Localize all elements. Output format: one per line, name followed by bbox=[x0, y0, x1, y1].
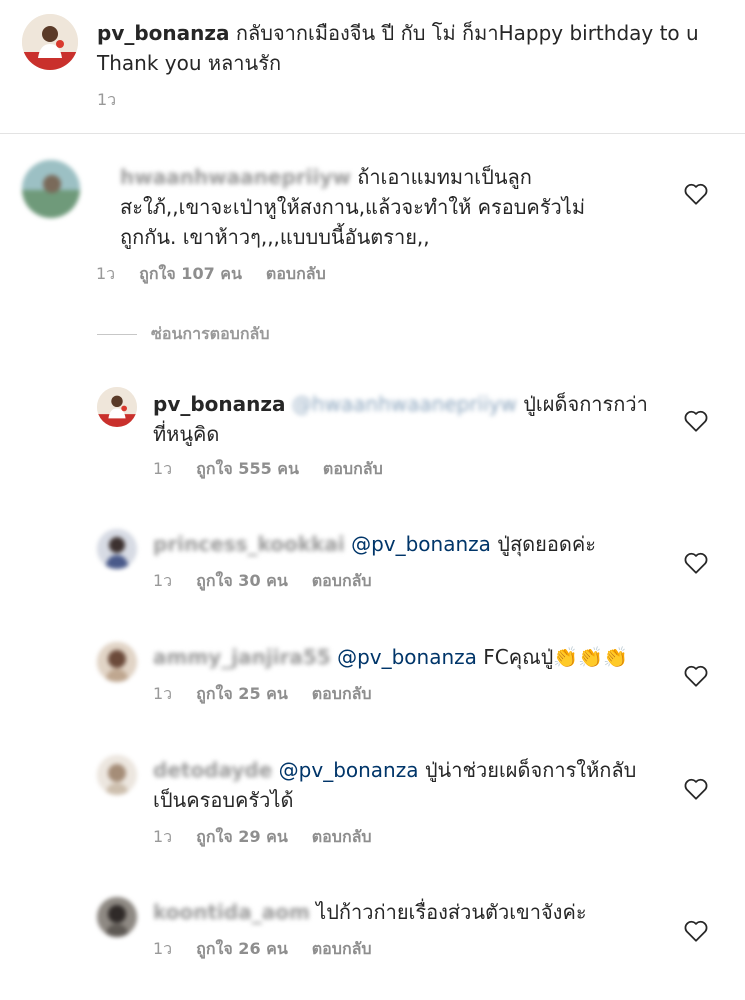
reply-body: koontida_aom ไปก้าวก่ายเรื่องส่วนตัวเขาจ… bbox=[153, 897, 653, 927]
heart-outline-icon[interactable] bbox=[683, 919, 709, 943]
reply-mention[interactable]: @pv_bonanza bbox=[337, 645, 477, 669]
hide-replies-line bbox=[97, 334, 137, 335]
reply-mention[interactable]: @pv_bonanza bbox=[279, 758, 419, 782]
reply-button[interactable]: ตอบกลับ bbox=[312, 825, 372, 850]
reply-button[interactable]: ตอบกลับ bbox=[312, 937, 372, 962]
heart-outline-icon[interactable] bbox=[683, 551, 709, 575]
reply-meta: 1ว ถูกใจ 30 คน ตอบกลับ bbox=[153, 569, 396, 594]
reply-time: 1ว bbox=[153, 684, 173, 703]
divider bbox=[0, 133, 745, 134]
reply-meta: 1ว ถูกใจ 25 คน ตอบกลับ bbox=[153, 682, 396, 707]
reply-meta: 1ว ถูกใจ 26 คน ตอบกลับ bbox=[153, 937, 396, 962]
avatar-image-icon bbox=[97, 897, 137, 937]
reply-likes[interactable]: ถูกใจ 30 คน bbox=[196, 569, 288, 594]
reply-username[interactable]: detodayde bbox=[153, 758, 272, 782]
reply-username[interactable]: princess_kookkai bbox=[153, 532, 345, 556]
reply-likes[interactable]: ถูกใจ 26 คน bbox=[196, 937, 288, 962]
reply-time: 1ว bbox=[153, 459, 173, 478]
avatar-image-icon bbox=[22, 14, 78, 70]
caption-username[interactable]: pv_bonanza bbox=[97, 21, 230, 45]
reply-username[interactable]: pv_bonanza bbox=[153, 392, 286, 416]
reply-button[interactable]: ตอบกลับ bbox=[312, 569, 372, 594]
heart-outline-icon[interactable] bbox=[683, 182, 709, 206]
reply-button[interactable]: ตอบกลับ bbox=[323, 457, 383, 482]
reply-body: ammy_janjira55 @pv_bonanza FCคุณปู่👏👏👏 bbox=[153, 642, 673, 672]
reply-body: princess_kookkai @pv_bonanza ปู่สุดยอดค่… bbox=[153, 529, 653, 559]
commenter-avatar[interactable] bbox=[22, 160, 80, 218]
comment-meta: 1ว ถูกใจ 107 คน ตอบกลับ bbox=[96, 262, 350, 287]
owner-avatar[interactable] bbox=[22, 14, 78, 70]
reply-mention[interactable]: @pv_bonanza bbox=[351, 532, 491, 556]
reply-button[interactable]: ตอบกลับ bbox=[266, 262, 326, 287]
hide-replies-button[interactable]: ซ่อนการตอบกลับ bbox=[97, 322, 269, 347]
reply-likes[interactable]: ถูกใจ 29 คน bbox=[196, 825, 288, 850]
heart-outline-icon[interactable] bbox=[683, 664, 709, 688]
heart-outline-icon[interactable] bbox=[683, 777, 709, 801]
reply-body: pv_bonanza @hwaanhwaanepriiyw ปู่เผด็จกา… bbox=[153, 389, 653, 449]
reply-avatar[interactable] bbox=[97, 642, 137, 682]
comment-time: 1ว bbox=[96, 264, 116, 283]
caption-body: pv_bonanza กลับจากเมืองจีน ปี กับ โม่ ก็… bbox=[97, 18, 722, 78]
reply-body: detodayde @pv_bonanza ปู่น่าช่วยเผด็จการ… bbox=[153, 755, 653, 815]
avatar-image-icon bbox=[97, 755, 137, 795]
reply-time: 1ว bbox=[153, 827, 173, 846]
reply-username[interactable]: ammy_janjira55 bbox=[153, 645, 331, 669]
instagram-comments-view: pv_bonanza กลับจากเมืองจีน ปี กับ โม่ ก็… bbox=[0, 0, 745, 1000]
reply-likes[interactable]: ถูกใจ 25 คน bbox=[196, 682, 288, 707]
reply-avatar[interactable] bbox=[97, 897, 137, 937]
reply-likes[interactable]: ถูกใจ 555 คน bbox=[196, 457, 299, 482]
reply-text: FCคุณปู่👏👏👏 bbox=[483, 645, 629, 669]
avatar-image-icon bbox=[97, 529, 137, 569]
caption-time: 1ว bbox=[97, 90, 117, 109]
reply-text: ปู่สุดยอดค่ะ bbox=[497, 532, 596, 556]
avatar-image-icon bbox=[97, 642, 137, 682]
reply-meta: 1ว ถูกใจ 555 คน ตอบกลับ bbox=[153, 457, 407, 482]
reply-meta: 1ว ถูกใจ 29 คน ตอบกลับ bbox=[153, 825, 396, 850]
reply-button[interactable]: ตอบกลับ bbox=[312, 682, 372, 707]
reply-username[interactable]: koontida_aom bbox=[153, 900, 310, 924]
avatar-image-icon bbox=[97, 387, 137, 427]
comment-body: hwaanhwaanepriiyw ถ้าเอาแมทมาเป็นลูกสะใภ… bbox=[120, 162, 620, 252]
comment-username[interactable]: hwaanhwaanepriiyw bbox=[120, 165, 351, 189]
comment-likes[interactable]: ถูกใจ 107 คน bbox=[139, 262, 242, 287]
heart-outline-icon[interactable] bbox=[683, 409, 709, 433]
reply-time: 1ว bbox=[153, 571, 173, 590]
reply-avatar[interactable] bbox=[97, 387, 137, 427]
reply-time: 1ว bbox=[153, 939, 173, 958]
reply-text: ไปก้าวก่ายเรื่องส่วนตัวเขาจังค่ะ bbox=[316, 900, 587, 924]
reply-mention[interactable]: @hwaanhwaanepriiyw bbox=[292, 392, 517, 416]
reply-avatar[interactable] bbox=[97, 529, 137, 569]
reply-avatar[interactable] bbox=[97, 755, 137, 795]
avatar-image-icon bbox=[22, 160, 80, 218]
hide-replies-label: ซ่อนการตอบกลับ bbox=[151, 324, 270, 343]
